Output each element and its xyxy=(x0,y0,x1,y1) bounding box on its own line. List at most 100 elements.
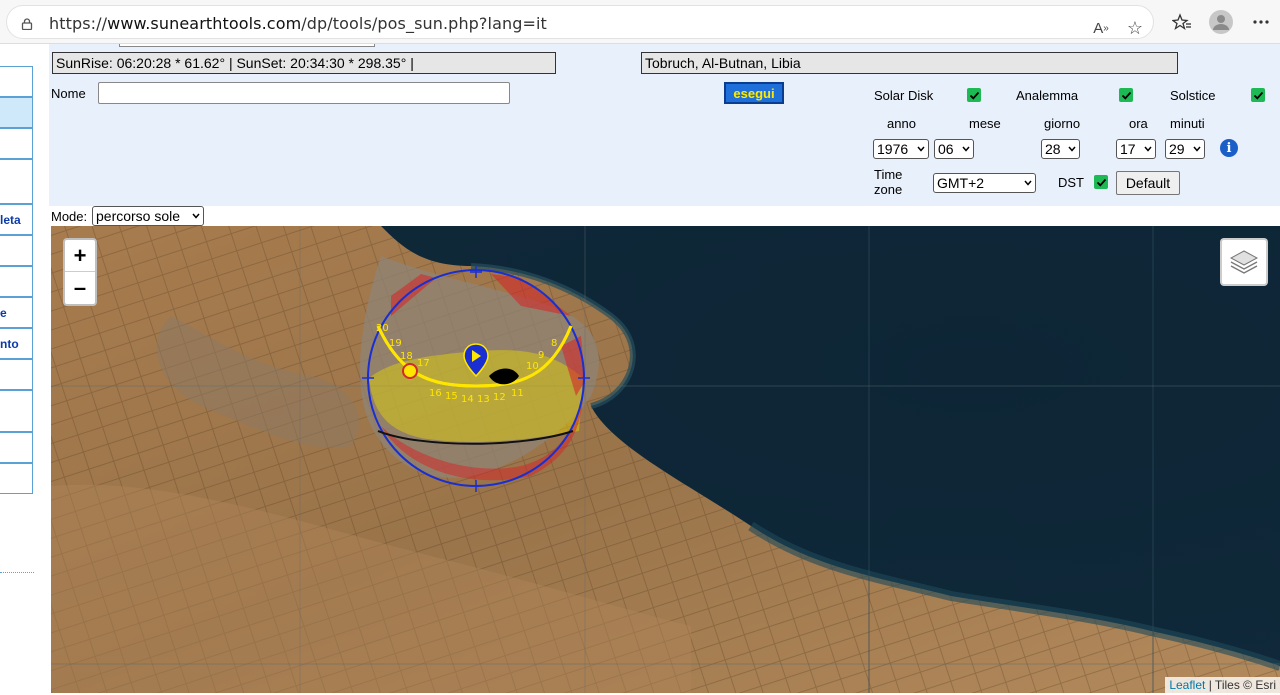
timezone-label-line: zone xyxy=(874,182,903,197)
hour-label: 12 xyxy=(493,392,506,403)
sidebar-item[interactable] xyxy=(0,463,33,494)
year-select-value: 1976 xyxy=(877,141,909,157)
hour-label: 19 xyxy=(389,338,402,349)
layers-icon xyxy=(1229,250,1259,274)
chevron-down-icon xyxy=(192,213,200,219)
profile-avatar-icon[interactable] xyxy=(1209,10,1233,34)
sunrise-sunset-readout: SunRise: 06:20:28 * 61.62° | SunSet: 20:… xyxy=(52,52,556,74)
hour-label: 16 xyxy=(429,388,442,399)
minute-select[interactable]: 29 xyxy=(1165,139,1205,159)
top-field-edge xyxy=(119,44,375,47)
checkmark-icon xyxy=(1096,178,1106,187)
minute-label: minuti xyxy=(1170,116,1205,131)
chevron-down-icon xyxy=(1193,146,1201,152)
sidebar-item-label: leta xyxy=(0,212,21,227)
sidebar-item[interactable]: leta xyxy=(0,204,33,235)
hour-label: 11 xyxy=(511,388,524,399)
zoom-out-button[interactable]: – xyxy=(65,272,95,304)
hour-select[interactable]: 17 xyxy=(1116,139,1156,159)
dst-label: DST xyxy=(1058,175,1084,190)
favorite-star-icon[interactable]: ☆ xyxy=(1123,16,1147,40)
sun-position-form: SunRise: 06:20:28 * 61.62° | SunSet: 20:… xyxy=(49,44,1280,206)
sidebar-item[interactable] xyxy=(0,97,33,128)
solar-disk-checkbox[interactable] xyxy=(967,88,981,102)
hour-select-value: 17 xyxy=(1120,141,1136,157)
sidebar-item[interactable] xyxy=(0,432,33,463)
sidebar-item-label: nto xyxy=(0,336,19,351)
hour-label: 18 xyxy=(400,351,413,362)
chevron-down-icon xyxy=(962,146,970,152)
map-imagery: 20 19 18 17 16 15 14 13 12 11 10 9 8 xyxy=(51,226,1280,693)
solstice-label: Solstice xyxy=(1170,88,1216,103)
chevron-down-icon xyxy=(917,146,925,152)
name-label: Nome xyxy=(51,86,86,101)
analemma-checkbox[interactable] xyxy=(1119,88,1133,102)
zoom-control: + – xyxy=(63,238,97,306)
day-select-value: 28 xyxy=(1045,141,1061,157)
hour-label: 15 xyxy=(445,391,458,402)
checkmark-icon xyxy=(969,91,979,100)
timezone-select[interactable]: GMT+2 xyxy=(933,173,1036,193)
hour-label: 17 xyxy=(417,358,430,369)
sidebar-item[interactable] xyxy=(0,390,33,432)
solar-disk-label: Solar Disk xyxy=(874,88,934,103)
timezone-label-line: Time xyxy=(874,167,903,182)
month-select[interactable]: 06 xyxy=(934,139,974,159)
sidebar-item[interactable] xyxy=(0,359,33,390)
satellite-map[interactable]: 20 19 18 17 16 15 14 13 12 11 10 9 8 + –… xyxy=(51,226,1280,693)
sidebar-item[interactable] xyxy=(0,235,33,266)
year-select[interactable]: 1976 xyxy=(873,139,929,159)
timezone-label: Time zone xyxy=(874,167,902,197)
favorites-list-icon[interactable] xyxy=(1170,10,1194,34)
tiles-credit: | Tiles © Esri xyxy=(1205,678,1276,692)
hour-label: 13 xyxy=(477,394,490,405)
hour-label: 8 xyxy=(551,338,557,349)
mode-select[interactable]: percorso sole xyxy=(92,206,204,226)
execute-button[interactable]: esegui xyxy=(724,82,784,104)
chevron-down-icon xyxy=(1068,146,1076,152)
mode-row: Mode: percorso sole xyxy=(49,206,1280,226)
chevron-down-icon xyxy=(1024,180,1032,186)
map-attribution: Leaflet | Tiles © Esri xyxy=(1165,677,1280,693)
timezone-select-value: GMT+2 xyxy=(937,175,985,191)
sidebar-item[interactable] xyxy=(0,128,33,159)
sidebar-item-label: e xyxy=(0,305,7,320)
default-button[interactable]: Default xyxy=(1116,171,1180,195)
minute-select-value: 29 xyxy=(1169,141,1185,157)
solstice-checkbox[interactable] xyxy=(1251,88,1265,102)
sidebar-item[interactable] xyxy=(0,159,33,204)
hour-label: 20 xyxy=(376,323,389,334)
read-aloud-icon[interactable]: A» xyxy=(1089,16,1113,40)
name-input[interactable] xyxy=(98,82,510,104)
layers-button[interactable] xyxy=(1220,238,1268,286)
month-label: mese xyxy=(969,116,1001,131)
zoom-in-button[interactable]: + xyxy=(65,240,95,272)
year-label: anno xyxy=(887,116,916,131)
dst-checkbox[interactable] xyxy=(1094,175,1108,189)
hour-label: 9 xyxy=(538,350,544,361)
info-icon[interactable]: i xyxy=(1220,139,1238,157)
day-label: giorno xyxy=(1044,116,1081,131)
chevron-down-icon xyxy=(1144,146,1152,152)
browser-toolbar: https://www.sunearthtools.com/dp/tools/p… xyxy=(0,0,1280,44)
mode-select-value: percorso sole xyxy=(96,208,181,224)
address-bar[interactable]: https://www.sunearthtools.com/dp/tools/p… xyxy=(6,5,1154,39)
sidebar-item[interactable] xyxy=(0,66,33,97)
day-select[interactable]: 28 xyxy=(1041,139,1080,159)
month-select-value: 06 xyxy=(938,141,954,157)
leaflet-link[interactable]: Leaflet xyxy=(1169,678,1205,692)
hour-label: ora xyxy=(1129,116,1148,131)
hour-label: 10 xyxy=(526,361,539,372)
url-text: https://www.sunearthtools.com/dp/tools/p… xyxy=(49,14,547,33)
sidebar-divider xyxy=(0,572,34,573)
analemma-label: Analemma xyxy=(1016,88,1079,103)
sidebar-item[interactable]: e xyxy=(0,297,33,328)
sidebar-item[interactable] xyxy=(0,266,33,297)
checkmark-icon xyxy=(1253,91,1263,100)
location-readout: Tobruch, Al-Butnan, Libia xyxy=(641,52,1178,74)
more-menu-icon[interactable] xyxy=(1249,10,1273,34)
mode-label: Mode: xyxy=(51,209,88,224)
sidebar-item[interactable]: nto xyxy=(0,328,33,359)
hour-label: 14 xyxy=(461,394,474,405)
checkmark-icon xyxy=(1121,91,1131,100)
